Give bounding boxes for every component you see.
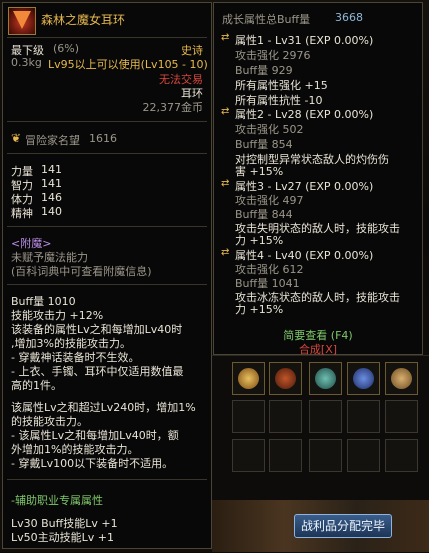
stat-label: 精神 [11, 207, 33, 220]
inventory-slot[interactable] [269, 439, 302, 472]
attr-line: Buff量 929 [235, 64, 293, 77]
swap-arrows-icon: ⇄ [221, 32, 230, 43]
swap-arrows-icon: ⇄ [221, 106, 230, 117]
stat-value: 140 [41, 205, 62, 218]
attr-line: 害 +15% [235, 165, 284, 178]
attr-line: 所有属性强化 +15 [235, 79, 328, 92]
stat-value: 146 [41, 191, 62, 204]
stat-value: 141 [41, 163, 62, 176]
swap-arrows-icon: ⇄ [221, 247, 230, 258]
adventurer-fame-value: 1616 [89, 132, 117, 145]
inventory-slot[interactable] [309, 439, 342, 472]
item-weight: 0.3kg [11, 56, 42, 69]
growth-title: 成长属性总Buff量 [222, 13, 311, 26]
inventory-slot[interactable] [232, 439, 265, 472]
attr-head: 属性1 - Lv31 (EXP 0.00%) [235, 34, 374, 47]
inventory-slot[interactable] [385, 439, 418, 472]
growth-total: 3668 [335, 11, 363, 24]
item-price: 22,377金币 [142, 101, 204, 114]
divider [7, 153, 207, 154]
stat-value: 141 [41, 177, 62, 190]
divider [7, 121, 207, 122]
inventory-slot[interactable] [232, 362, 265, 395]
inventory-slot[interactable] [309, 400, 342, 433]
inventory-slot[interactable] [269, 362, 302, 395]
inventory-slot[interactable] [269, 400, 302, 433]
divider [7, 226, 207, 227]
attr-line: 力 +15% [235, 303, 284, 316]
level-requirement: Lv95以上可以使用(Lv105 - 10) [48, 58, 208, 71]
swap-arrows-icon: ⇄ [221, 178, 230, 189]
grade-percent: (6%) [53, 42, 80, 55]
enchant-line: (百科词典中可查看附魔信息) [11, 265, 152, 278]
earring-item-icon [8, 7, 36, 35]
attr-head: 属性2 - Lv28 (EXP 0.00%) [235, 108, 374, 121]
support-line: Lv50主动技能Lv +1 [11, 531, 114, 544]
divider [7, 479, 207, 480]
attr-line: 力 +15% [235, 234, 284, 247]
divider [7, 37, 207, 38]
loot-distribution-button[interactable]: 战利品分配完毕 [294, 514, 392, 538]
item-tooltip: 森林之魔女耳环 最下级 (6%) 史诗 0.3kg Lv95以上可以使用(Lv1… [2, 2, 212, 549]
inventory-slot[interactable] [347, 400, 380, 433]
laurel-icon: ❦ [11, 131, 22, 145]
divider [7, 284, 207, 285]
synthesis-link[interactable]: 合成[X] [214, 341, 422, 357]
attr-line: Buff量 854 [235, 138, 293, 151]
item-name: 森林之魔女耳环 [41, 13, 126, 27]
inventory-slot[interactable] [347, 439, 380, 472]
adventurer-fame-label: 冒险家名望 [25, 134, 80, 147]
growth-attributes-tooltip: 成长属性总Buff量 3668 ⇄ 属性1 - Lv31 (EXP 0.00%)… [213, 2, 423, 357]
inventory-slot[interactable] [309, 362, 342, 395]
attr-line: 攻击强化 502 [235, 123, 304, 136]
extra-line: - 穿戴Lv100以下装备时不适用。 [11, 457, 174, 470]
inventory-slot[interactable] [385, 362, 418, 395]
inventory-slot[interactable] [347, 362, 380, 395]
inventory-slot[interactable] [385, 400, 418, 433]
attr-line: 攻击强化 2976 [235, 49, 311, 62]
inventory-slot[interactable] [232, 400, 265, 433]
support-header: -辅助职业专属属性 [11, 494, 103, 507]
buff-line: 高的1件。 [11, 379, 62, 392]
